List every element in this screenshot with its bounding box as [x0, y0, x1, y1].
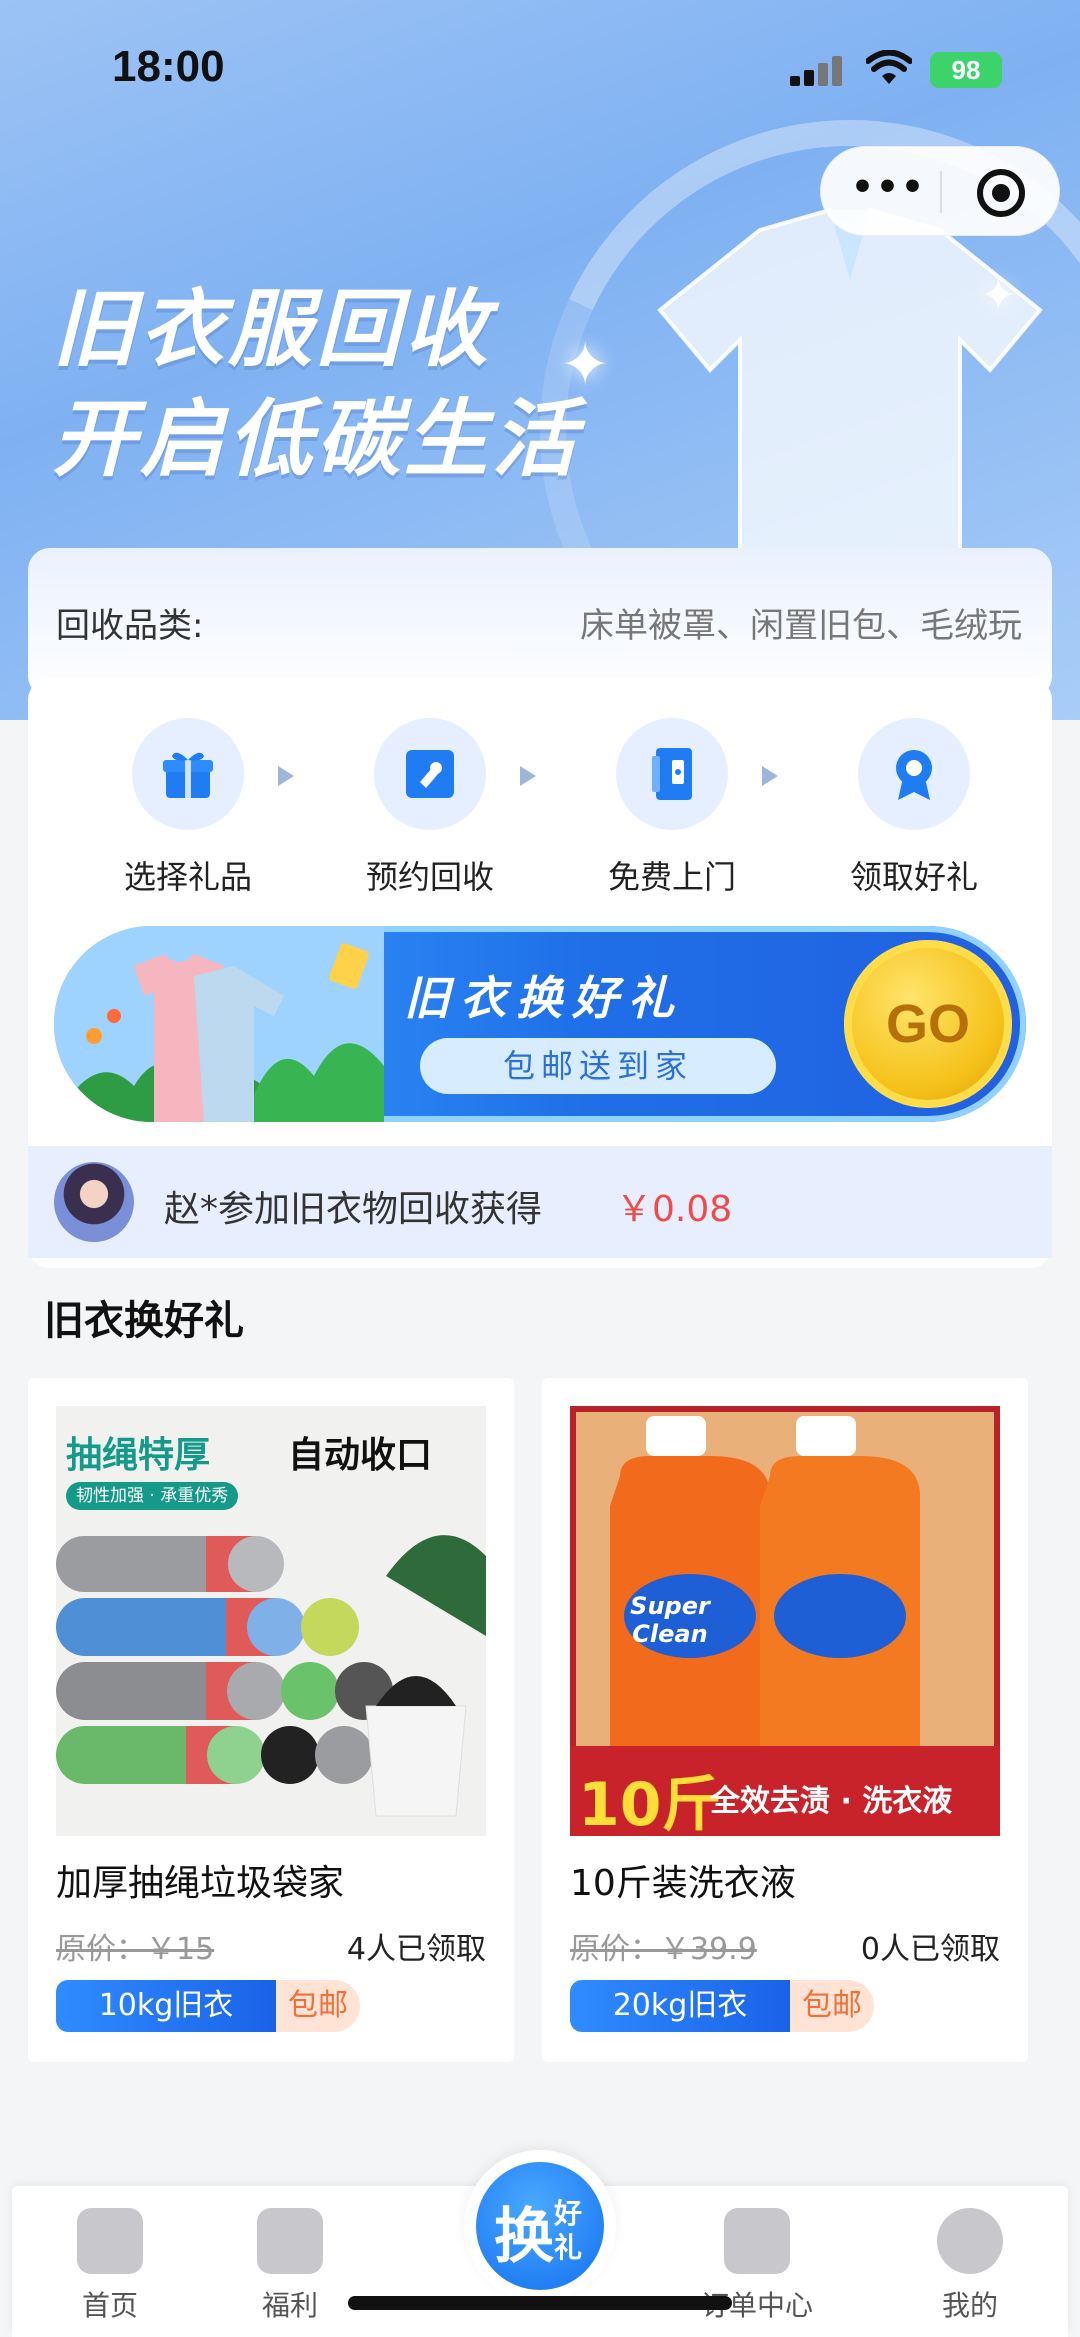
more-options-icon[interactable]: ••• — [851, 170, 924, 207]
category-label: 回收品类: — [56, 606, 204, 646]
tab-home[interactable]: 首页 — [35, 2208, 185, 2324]
product-image-text: 10斤 — [578, 1770, 722, 1836]
step-free-pickup[interactable]: 免费上门 — [572, 718, 772, 898]
avatar — [54, 1162, 134, 1242]
step-arrow-icon — [520, 766, 536, 786]
tag-free-shipping: 包邮 — [276, 1980, 360, 2032]
hero-headline-line2: 开启低碳生活 — [52, 390, 581, 488]
user-icon — [937, 2208, 1003, 2274]
product-image-text: Super Clean — [630, 1592, 710, 1648]
step-arrow-icon — [278, 766, 294, 786]
center-button-char: 礼 — [554, 2231, 583, 2264]
step-choose-gift[interactable]: 选择礼品 — [88, 718, 288, 898]
detergent-bottles-illustration — [610, 1416, 920, 1746]
exchange-tag: 10kg旧衣 包邮 — [56, 1980, 360, 2032]
miniprogram-capsule: ••• — [820, 146, 1060, 236]
product-image-detergent: Super Clean 10斤 全效去渍 · 洗衣液 — [570, 1406, 1000, 1836]
status-time: 18:00 — [112, 42, 225, 91]
home-icon — [77, 2208, 143, 2274]
exchange-icon: 换 好 礼 — [476, 2162, 604, 2290]
product-image-text: 自动收口 — [288, 1435, 433, 1476]
appointment-icon — [374, 718, 486, 830]
step-label: 预约回收 — [365, 858, 494, 896]
claimed-count: 0人已领取 — [860, 1932, 1000, 1967]
ticker-message: 赵*参加旧衣物回收获得 — [164, 1189, 543, 1230]
tab-profile[interactable]: 我的 — [895, 2208, 1045, 2324]
claimed-count: 4人已领取 — [346, 1932, 486, 1967]
tag-weight: 20kg旧衣 — [570, 1980, 790, 2032]
tab-label: 福利 — [261, 2289, 318, 2322]
step-arrow-icon — [762, 766, 778, 786]
signal-icon — [790, 56, 846, 86]
hero-headline-line1: 旧衣服回收 — [52, 280, 493, 378]
product-name: 加厚抽绳垃圾袋家 — [56, 1863, 345, 1904]
battery-indicator: 98 — [930, 52, 1002, 88]
original-price: 原价：￥15 — [56, 1932, 215, 1967]
product-image-text: 抽绳特厚 — [66, 1435, 211, 1476]
step-claim-gift[interactable]: 领取好礼 — [814, 718, 1014, 898]
product-image-text: 全效去渍 · 洗衣液 — [710, 1784, 953, 1819]
activity-ticker: 赵*参加旧衣物回收获得 ￥0.08 — [28, 1146, 1052, 1258]
clipboard-icon — [724, 2208, 790, 2274]
gift-box-icon — [257, 2208, 323, 2274]
home-indicator — [348, 2296, 732, 2310]
close-miniprogram-icon[interactable] — [977, 169, 1025, 217]
exchange-center-button[interactable]: 换 好 礼 — [464, 2150, 616, 2302]
product-image-text: 韧性加强 · 承重优秀 — [66, 1482, 239, 1510]
product-name: 10斤装洗衣液 — [570, 1863, 796, 1904]
section-title: 旧衣换好礼 — [44, 1298, 244, 1344]
step-label: 领取好礼 — [849, 858, 978, 896]
product-card[interactable]: Super Clean 10斤 全效去渍 · 洗衣液 10斤装洗衣液 原价：￥3… — [542, 1378, 1028, 2062]
tab-label: 我的 — [941, 2289, 998, 2322]
go-button[interactable]: GO — [844, 940, 1012, 1108]
step-label: 免费上门 — [607, 858, 736, 896]
exchange-gift-banner[interactable]: 旧衣换好礼 包邮送到家 GO — [54, 926, 1026, 1122]
status-bar: 18:00 98 — [0, 0, 1080, 140]
product-image-trash-bags: 抽绳特厚 自动收口 韧性加强 · 承重优秀 — [56, 1406, 486, 1836]
original-price: 原价：￥39.9 — [570, 1932, 757, 1967]
banner-subtitle: 包邮送到家 — [420, 1038, 776, 1094]
clothes-illustration — [54, 926, 384, 1122]
category-value: 床单被罩、闲置旧包、毛绒玩 — [580, 606, 1022, 646]
center-button-char: 换 — [494, 2202, 554, 2272]
tag-weight: 10kg旧衣 — [56, 1980, 276, 2032]
recycle-category-bar[interactable]: 回收品类: 床单被罩、闲置旧包、毛绒玩 — [28, 548, 1052, 698]
step-label: 选择礼品 — [123, 858, 252, 896]
step-book-recycle[interactable]: 预约回收 — [330, 718, 530, 898]
wifi-icon — [866, 50, 912, 84]
tab-label: 首页 — [81, 2289, 138, 2322]
gift-icon — [132, 718, 244, 830]
trash-bag-rolls-illustration — [56, 1535, 486, 1817]
door-icon — [616, 718, 728, 830]
ticker-amount: ￥0.08 — [616, 1189, 733, 1230]
capsule-divider — [940, 171, 942, 213]
banner-title: 旧衣换好礼 — [404, 971, 684, 1025]
badge-icon — [858, 718, 970, 830]
exchange-tag: 20kg旧衣 包邮 — [570, 1980, 874, 2032]
product-card[interactable]: 抽绳特厚 自动收口 韧性加强 · 承重优秀 加厚抽绳垃圾袋家 原价：￥15 4人… — [28, 1378, 514, 2062]
sparkle-icon: ✦ — [980, 270, 1017, 321]
tag-free-shipping: 包邮 — [790, 1980, 874, 2032]
tab-welfare[interactable]: 福利 — [215, 2208, 365, 2324]
